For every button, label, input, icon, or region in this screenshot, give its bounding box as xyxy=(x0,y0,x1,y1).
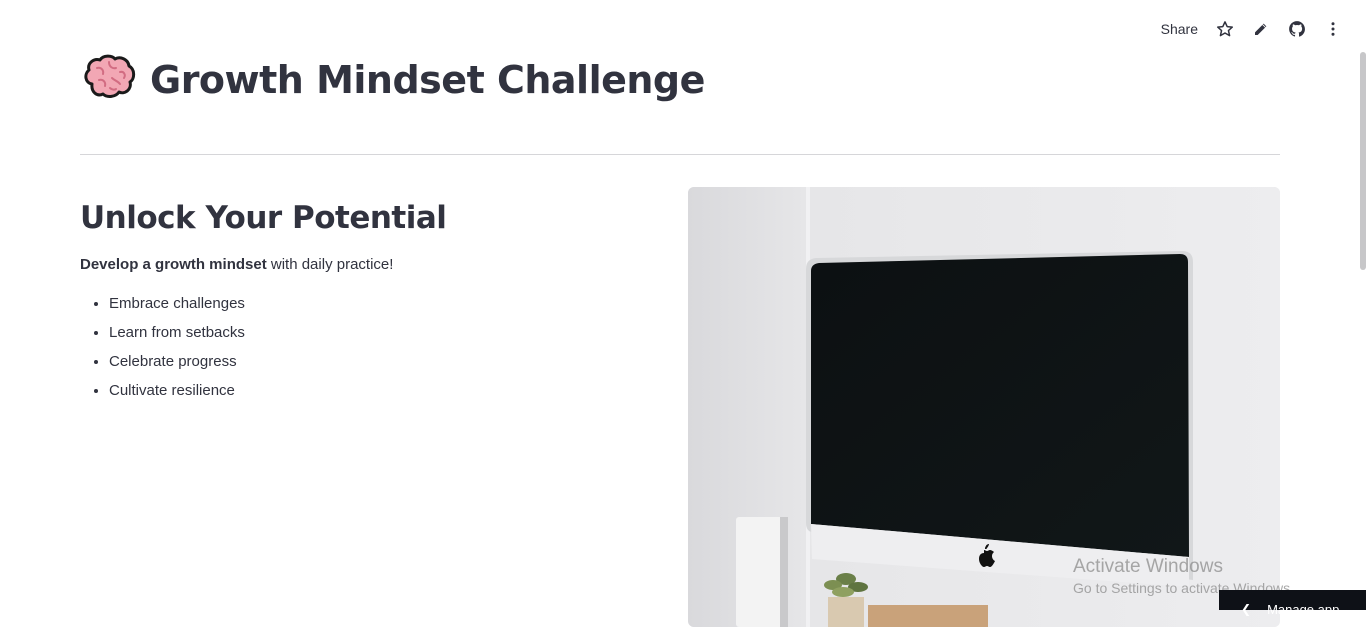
content-column: Unlock Your Potential Develop a growth m… xyxy=(80,200,640,405)
intro-rest: with daily practice! xyxy=(266,256,394,273)
page-header: Growth Mindset Challenge xyxy=(82,54,705,105)
list-item: Learn from setbacks xyxy=(109,318,640,347)
divider xyxy=(80,154,1280,155)
section-heading: Unlock Your Potential xyxy=(80,200,447,236)
page-scrollbar[interactable] xyxy=(1360,52,1366,270)
share-button[interactable]: Share xyxy=(1161,21,1198,37)
star-icon[interactable] xyxy=(1216,20,1234,38)
list-item: Cultivate resilience xyxy=(109,376,640,405)
page-title: Growth Mindset Challenge xyxy=(150,57,705,102)
kebab-menu-icon[interactable] xyxy=(1324,20,1342,38)
app-toolbar: Share xyxy=(1161,16,1342,42)
brain-icon xyxy=(82,54,136,105)
chevron-left-icon: ❮ xyxy=(1241,602,1252,616)
watermark-title: Activate Windows xyxy=(1073,556,1223,577)
pencil-icon[interactable] xyxy=(1252,20,1270,38)
manage-app-button[interactable]: ❮ Manage app xyxy=(1219,590,1366,617)
github-icon[interactable] xyxy=(1288,20,1306,38)
list-item: Celebrate progress xyxy=(109,347,640,376)
list-item: Embrace challenges xyxy=(109,289,640,318)
points-list: Embrace challenges Learn from setbacks C… xyxy=(80,289,640,405)
intro-text: Develop a growth mindset with daily prac… xyxy=(80,256,640,273)
intro-bold: Develop a growth mindset xyxy=(80,256,267,273)
